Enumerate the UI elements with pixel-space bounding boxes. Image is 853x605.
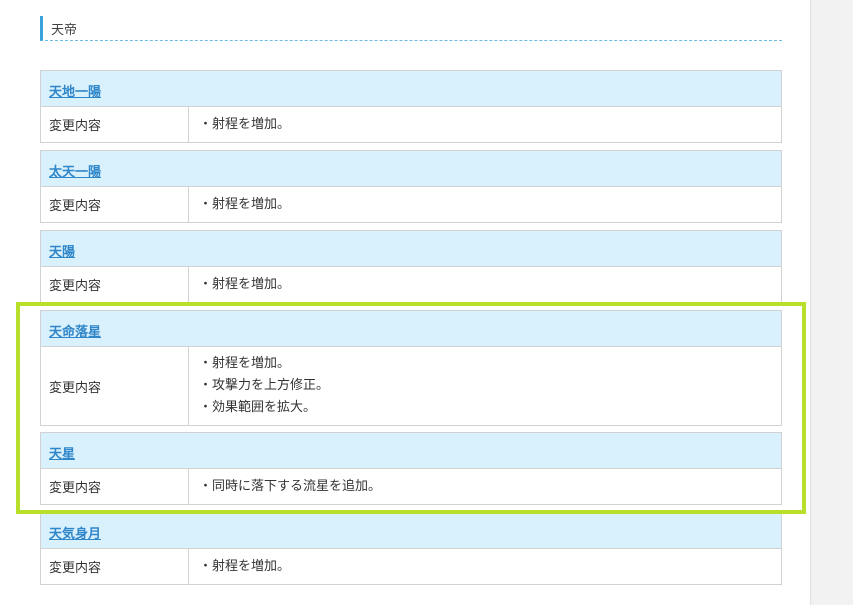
change-list: ・射程を増加。 xyxy=(189,107,781,142)
skill-change-row: 変更内容 ・同時に落下する流星を追加。 xyxy=(41,469,781,504)
skill-change-row: 変更内容 ・射程を増加。 ・攻撃力を上方修正。 ・効果範囲を拡大。 xyxy=(41,347,781,425)
change-item: ・射程を増加。 xyxy=(199,196,291,212)
skill-change-row: 変更内容 ・射程を増加。 xyxy=(41,267,781,302)
change-list: ・射程を増加。 xyxy=(189,187,781,222)
skill-header: 天陽 xyxy=(41,231,781,267)
skill-name-link[interactable]: 天地一陽 xyxy=(49,81,101,100)
change-item: ・射程を増加。 xyxy=(199,356,291,371)
skill-change-row: 変更内容 ・射程を増加。 xyxy=(41,107,781,142)
skill-header: 天地一陽 xyxy=(41,71,781,107)
change-item: ・攻撃力を上方修正。 xyxy=(199,378,330,393)
skill-table: 天星 変更内容 ・同時に落下する流星を追加。 xyxy=(40,432,782,505)
skill-name-link[interactable]: 天命落星 xyxy=(49,321,101,340)
skill-change-row: 変更内容 ・射程を増加。 xyxy=(41,549,781,584)
skill-table: 天命落星 変更内容 ・射程を増加。 ・攻撃力を上方修正。 ・効果範囲を拡大。 xyxy=(40,310,782,426)
change-item: ・射程を増加。 xyxy=(199,276,291,292)
section-heading: 天帝 xyxy=(40,16,782,41)
change-list: ・射程を増加。 xyxy=(189,549,781,584)
change-item: ・射程を増加。 xyxy=(199,116,291,132)
skill-table: 天陽 変更内容 ・射程を増加。 xyxy=(40,230,782,303)
skill-header: 太天一陽 xyxy=(41,151,781,187)
change-list: ・射程を増加。 xyxy=(189,267,781,302)
change-item: ・効果範囲を拡大。 xyxy=(199,400,317,415)
skill-change-row: 変更内容 ・射程を増加。 xyxy=(41,187,781,222)
content-panel: 天帝 天地一陽 変更内容 ・射程を増加。 太天一陽 変更内容 ・射程を増加。 天… xyxy=(0,0,811,605)
section-title: 天帝 xyxy=(51,23,78,38)
change-item: ・同時に落下する流星を追加。 xyxy=(199,478,382,494)
skill-name-link[interactable]: 天陽 xyxy=(49,241,75,260)
change-list: ・射程を増加。 ・攻撃力を上方修正。 ・効果範囲を拡大。 xyxy=(189,347,781,425)
skill-name-link[interactable]: 天星 xyxy=(49,443,75,462)
change-label: 変更内容 xyxy=(41,187,189,222)
change-item: ・射程を増加。 xyxy=(199,558,291,574)
skill-name-link[interactable]: 天気身月 xyxy=(49,523,101,542)
change-label: 変更内容 xyxy=(41,107,189,142)
skill-header: 天気身月 xyxy=(41,513,781,549)
change-label: 変更内容 xyxy=(41,267,189,302)
skill-table: 天地一陽 変更内容 ・射程を増加。 xyxy=(40,70,782,143)
change-label: 変更内容 xyxy=(41,347,189,425)
change-list: ・同時に落下する流星を追加。 xyxy=(189,469,781,504)
skill-table: 太天一陽 変更内容 ・射程を増加。 xyxy=(40,150,782,223)
skill-header: 天星 xyxy=(41,433,781,469)
skill-header: 天命落星 xyxy=(41,311,781,347)
skill-table: 天気身月 変更内容 ・射程を増加。 xyxy=(40,512,782,585)
change-label: 変更内容 xyxy=(41,469,189,504)
change-label: 変更内容 xyxy=(41,549,189,584)
skill-name-link[interactable]: 太天一陽 xyxy=(49,161,101,180)
